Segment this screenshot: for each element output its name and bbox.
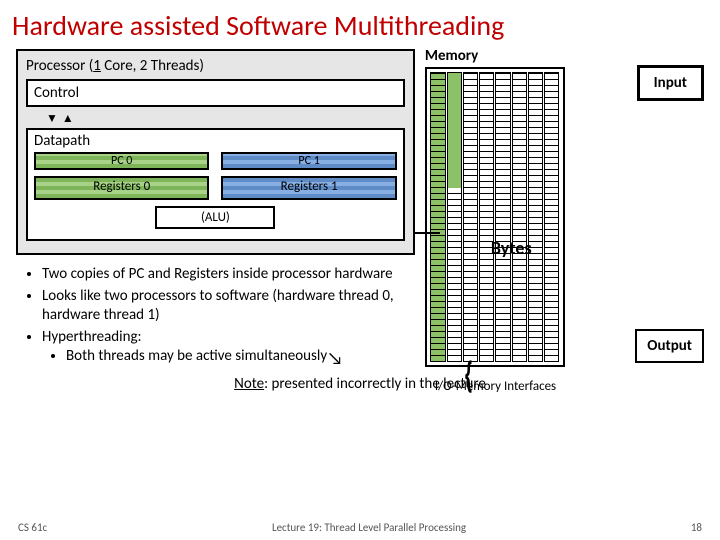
arrow-up-icon: ▲ [62,111,74,126]
brace-icon: ⏟ [466,360,501,394]
bullet-3: Hyperthreading: Both threads may be acti… [42,328,415,367]
mem-col [512,72,527,362]
output-box: Output [635,329,704,363]
arrow-right-icon: ↘ [327,347,343,370]
arrow-down-icon: ▼ [46,111,58,126]
mem-col [430,72,445,362]
footer-left: CS 61c [18,521,47,534]
mem-col [495,72,510,362]
registers0-box: Registers 0 [34,176,209,200]
reg0-label: Registers 0 [36,178,207,195]
note-underlined: Note [234,375,264,393]
bullet-3-text: Hyperthreading: [42,328,142,346]
bytes-label: Bytes [491,237,532,259]
control-box: Control [26,79,405,107]
footer-mid: Lecture 19: Thread Level Parallel Proces… [47,521,691,534]
registers1-box: Registers 1 [221,176,396,200]
bullet-list: Two copies of PC and Registers inside pr… [42,265,415,367]
alu-box: (ALU) [155,206,275,229]
reg1-label: Registers 1 [223,178,394,195]
proc-title-suffix: Core, 2 Threads) [101,57,204,75]
bullet-1: Two copies of PC and Registers inside pr… [42,265,415,285]
memory-box: Bytes [425,67,565,367]
note-line: Note: presented incorrectly in the lectu… [0,375,720,393]
mem-col [528,72,543,362]
bullet-3a: Both threads may be active simultaneousl… [66,347,415,367]
mem-col [447,72,462,362]
proc-title-prefix: Processor ( [26,57,93,75]
input-box: Input [637,65,704,101]
footer-right: 18 [691,521,702,534]
pc0-box: PC 0 [34,152,209,170]
connector-line [414,232,440,234]
bullet-3a-text: Both threads may be active simultaneousl… [66,347,327,365]
bullet-2: Looks like two processors to software (h… [42,287,415,326]
datapath-box: Datapath PC 0 PC 1 Registers 0 Registers… [26,128,405,241]
proc-title-core-count: 1 [93,57,101,75]
mem-col [479,72,494,362]
mem-col [544,72,559,362]
datapath-label: Datapath [34,132,397,150]
mem-col [463,72,478,362]
processor-title: Processor (1 Core, 2 Threads) [26,57,405,75]
pc1-label: PC 1 [223,154,394,168]
slide-title: Hardware assisted Software Multithreadin… [0,0,720,49]
memory-label: Memory [425,47,478,65]
pc0-label: PC 0 [36,154,207,168]
pc1-box: PC 1 [221,152,396,170]
processor-box: Processor (1 Core, 2 Threads) Control ▼ … [16,49,415,255]
